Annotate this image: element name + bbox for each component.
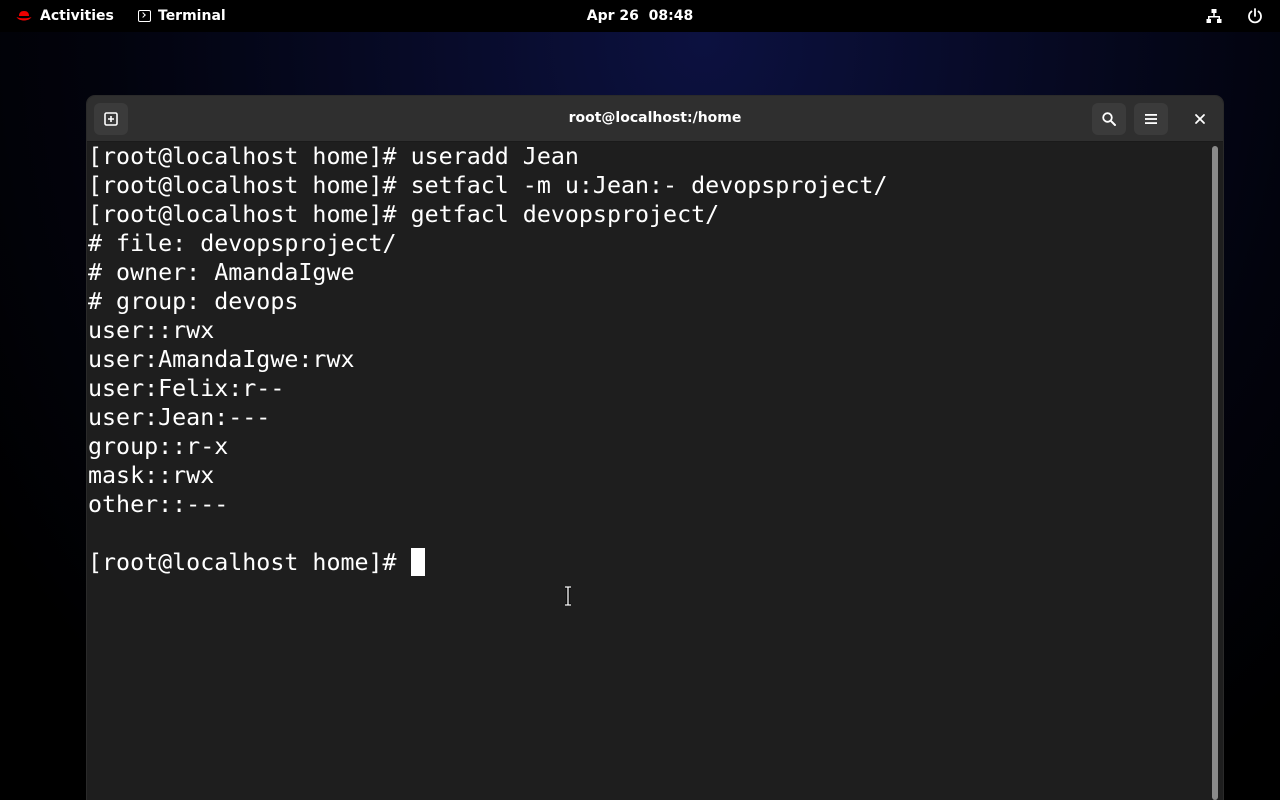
- terminal-line: [root@localhost home]# useradd Jean: [88, 143, 579, 170]
- activities-button[interactable]: Activities: [16, 0, 114, 32]
- search-icon: [1102, 112, 1116, 126]
- top-bar: Activities Terminal Apr 26 08:48: [0, 0, 1280, 32]
- mouse-ibeam-cursor-icon: [565, 586, 571, 606]
- close-button[interactable]: [1183, 103, 1217, 135]
- close-icon: [1195, 114, 1205, 124]
- terminal-line: user::rwx: [88, 317, 215, 344]
- scrollbar-thumb[interactable]: [1212, 146, 1218, 800]
- new-tab-button[interactable]: [94, 103, 128, 135]
- terminal-line: other::---: [88, 491, 229, 518]
- terminal-prompt: [root@localhost home]#: [88, 549, 411, 576]
- scrollbar[interactable]: [1211, 146, 1219, 800]
- clock[interactable]: Apr 26 08:48: [587, 8, 693, 24]
- terminal-icon: [138, 10, 151, 22]
- app-menu-label: Terminal: [158, 8, 226, 24]
- app-menu-terminal[interactable]: Terminal: [138, 0, 226, 32]
- terminal-line: user:AmandaIgwe:rwx: [88, 346, 355, 373]
- network-icon[interactable]: [1206, 8, 1222, 24]
- terminal-window: root@localhost:/home [root@localhost hom…: [87, 96, 1223, 800]
- terminal-line: user:Felix:r--: [88, 375, 285, 402]
- terminal-line: mask::rwx: [88, 462, 215, 489]
- terminal-line: [root@localhost home]# getfacl devopspro…: [88, 201, 720, 228]
- terminal-line: # group: devops: [88, 288, 299, 315]
- activities-label: Activities: [40, 8, 114, 24]
- terminal-line: [root@localhost home]# setfacl -m u:Jean…: [88, 172, 888, 199]
- terminal-line: user:Jean:---: [88, 404, 271, 431]
- terminal-prompt-line[interactable]: [root@localhost home]#: [87, 548, 1209, 577]
- power-icon[interactable]: [1247, 8, 1263, 24]
- desktop: Activities Terminal Apr 26 08:48 root@lo…: [0, 0, 1280, 800]
- terminal-line: # owner: AmandaIgwe: [88, 259, 355, 286]
- window-title: root@localhost:/home: [568, 110, 742, 126]
- redhat-logo: [16, 11, 32, 21]
- search-button[interactable]: [1092, 103, 1126, 135]
- terminal-line: group::r-x: [88, 433, 229, 460]
- menu-button[interactable]: [1134, 103, 1168, 135]
- terminal-output[interactable]: [root@localhost home]# useradd Jean [roo…: [87, 142, 1209, 800]
- hamburger-menu-icon: [1145, 114, 1157, 124]
- text-cursor: [410, 548, 425, 576]
- terminal-line: # file: devopsproject/: [88, 230, 397, 257]
- window-headerbar[interactable]: root@localhost:/home: [87, 96, 1223, 142]
- new-tab-icon: [104, 112, 118, 126]
